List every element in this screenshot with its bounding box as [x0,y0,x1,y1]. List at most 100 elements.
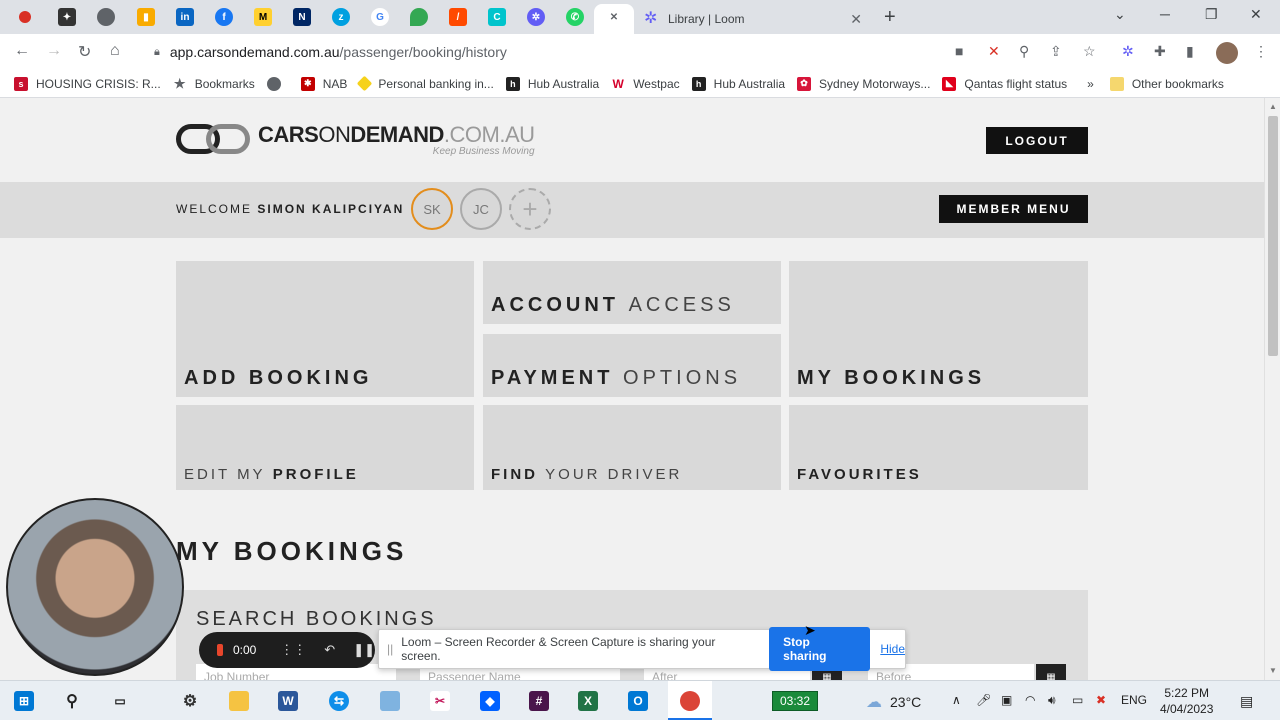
antivirus-icon[interactable]: ✖ [1096,693,1106,707]
google-icon[interactable]: G [371,8,389,26]
bookmark-item[interactable]: h Hub Australia [691,76,785,91]
windows-start-icon[interactable]: ⊞ [14,691,34,711]
file-explorer-icon[interactable] [229,691,249,711]
avatar-sk[interactable]: SK [411,188,453,230]
system-clock[interactable]: 5:22 PM 4/04/2023 [1160,685,1213,717]
stop-recording-icon[interactable] [217,644,223,656]
volume-icon[interactable]: 🔊︎ [1048,693,1056,708]
globe-tab-icon[interactable] [97,8,115,26]
miro-icon[interactable]: M [254,8,272,26]
bookmark-item[interactable]: Personal banking in... [357,75,494,92]
bookmarks-overflow[interactable]: » [1087,77,1094,91]
back-icon[interactable]: ← [14,42,30,60]
tab-loom-library[interactable]: ✲ Library | Loom ✕ [636,4,872,34]
tile-add-booking[interactable]: ADD BOOKING [176,261,474,397]
scroll-up-icon[interactable]: ▲ [1269,102,1277,111]
undo-icon[interactable]: ↶ [324,642,335,658]
close-tab-icon[interactable]: ✕ [850,11,862,28]
stop-sharing-button[interactable]: Stop sharing [769,627,871,671]
teamviewer-icon[interactable]: ⇆ [329,691,349,711]
bookmark-item[interactable]: ★ Bookmarks [173,76,255,91]
battery-icon[interactable]: ▭ [1072,693,1083,707]
bookmark-item[interactable]: s HOUSING CRISIS: R... [14,76,161,91]
tile-account-access[interactable]: ACCOUNT ACCESS [483,261,781,324]
drag-handle-icon[interactable]: || [387,642,393,656]
zapier-icon[interactable]: / [449,8,467,26]
settings-icon[interactable]: ⚙ [180,691,200,711]
webcam-bubble[interactable] [6,498,184,676]
bookmark-item[interactable]: ◣ Qantas flight status [942,76,1067,91]
logout-button[interactable]: LOGOUT [986,127,1088,154]
bookmark-item[interactable]: h Hub Australia [505,76,599,91]
extensions-icon[interactable]: ✚ [1154,43,1166,60]
avatar-jc[interactable]: JC [460,188,502,230]
other-bookmarks[interactable]: Other bookmarks [1109,76,1224,91]
zoom-icon[interactable]: ⚲ [1019,43,1029,60]
add-member-button[interactable]: + [509,188,551,230]
whatsapp-icon[interactable]: ✆ [566,8,584,26]
snipping-tool-icon[interactable]: ✂ [430,691,450,711]
scroll-thumb[interactable] [1268,116,1278,356]
url-input[interactable]: 🔒︎ app.carsondemand.com.au/passenger/boo… [142,38,1114,66]
share-icon[interactable]: ⇪ [1050,43,1062,60]
tile-edit-profile[interactable]: EDIT MY PROFILE [176,405,474,490]
recording-icon[interactable] [19,11,31,23]
new-tab-icon[interactable]: + [884,6,896,29]
camera-icon[interactable]: ■ [955,43,963,59]
linkedin-icon[interactable]: in [176,8,194,26]
tile-find-driver[interactable]: FIND YOUR DRIVER [483,405,781,490]
bookmark-item[interactable] [266,76,289,91]
motogp-icon[interactable]: ✦ [58,8,76,26]
site-logo[interactable]: CARSONDEMAND.COM.AU Keep Business Moving [176,122,535,157]
wifi-icon[interactable]: ◠ [1025,693,1035,707]
blocked-icon[interactable]: ✕ [988,43,1000,60]
side-panel-icon[interactable]: ▮ [1186,43,1194,60]
reload-icon[interactable]: ↻ [78,42,91,62]
loom-extension-icon[interactable]: ✲ [1122,43,1134,60]
star-bookmark-icon[interactable]: ☆ [1083,43,1096,60]
search-icon[interactable]: ⚲ [62,691,82,711]
weather-widget[interactable]: ☁ 23°C [866,692,921,712]
tile-favourites[interactable]: FAVOURITES [789,405,1088,490]
tile-payment-options[interactable]: PAYMENT OPTIONS [483,334,781,397]
bookmark-item[interactable]: W Westpac [611,76,680,91]
restore-icon[interactable]: ❐ [1205,6,1218,23]
tile-my-bookings[interactable]: MY BOOKINGS [789,261,1088,397]
bookmark-item[interactable]: ✿ Sydney Motorways... [797,76,930,91]
page-scrollbar[interactable]: ▲ ▼ [1264,98,1280,680]
pause-icon[interactable]: ❚❚ [353,642,375,658]
taskbar-timer[interactable]: 03:32 [772,691,818,711]
menu-icon[interactable]: ⋮ [1254,43,1268,60]
dropbox-icon[interactable]: ◆ [480,691,500,711]
minimize-icon[interactable]: ─ [1160,6,1170,22]
nsw-tab-icon[interactable]: N [293,8,311,26]
excel-icon[interactable]: X [578,691,598,711]
slack-icon[interactable]: # [529,691,549,711]
profile-avatar[interactable] [1216,42,1238,64]
tray-chevron-icon[interactable]: ∧ [952,693,961,707]
app-icon[interactable] [380,691,400,711]
analytics-icon[interactable]: ▮ [137,8,155,26]
hide-link[interactable]: Hide [880,642,905,656]
window-close-icon[interactable]: ✕ [1250,6,1262,23]
bookmark-item[interactable]: ✱ NAB [300,76,347,91]
forward-icon[interactable]: → [46,42,62,60]
calendar-icon[interactable]: ▦ [1036,664,1066,680]
scroll-down-icon[interactable]: ▼ [1269,666,1277,675]
home-icon[interactable]: ⌂ [110,42,120,60]
word-icon[interactable]: W [278,691,298,711]
zebra-icon[interactable]: z [332,8,350,26]
maps-icon[interactable] [410,8,428,26]
task-view-icon[interactable]: ▭ [110,691,130,711]
tab-search-icon[interactable]: ⌄ [1114,6,1126,23]
canva-icon[interactable]: C [488,8,506,26]
facebook-icon[interactable]: f [215,8,233,26]
language-indicator[interactable]: ENG [1121,693,1147,707]
member-menu-button[interactable]: MEMBER MENU [939,195,1088,223]
grid-icon[interactable]: ⋮⋮ [280,642,306,658]
chrome-taskbar-active[interactable] [668,681,712,720]
active-tab[interactable]: ✕ [594,4,634,34]
notifications-icon[interactable]: ▤ [1240,693,1253,710]
outlook-icon[interactable]: O [628,691,648,711]
loom-tab-icon[interactable]: ✲ [527,8,545,26]
